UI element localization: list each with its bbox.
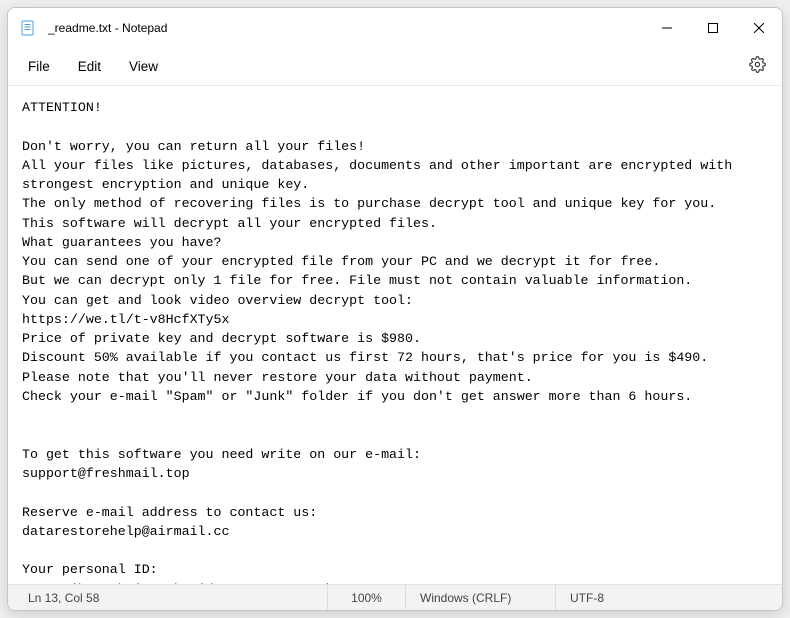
menu-file[interactable]: File [14, 53, 64, 80]
status-eol: Windows (CRLF) [406, 585, 556, 610]
minimize-button[interactable] [644, 8, 690, 48]
settings-button[interactable] [740, 50, 774, 84]
menu-edit[interactable]: Edit [64, 53, 115, 80]
status-position: Ln 13, Col 58 [8, 585, 328, 610]
status-encoding: UTF-8 [556, 585, 666, 610]
titlebar: _readme.txt - Notepad [8, 8, 782, 48]
notepad-window: _readme.txt - Notepad File Edit View [7, 7, 783, 611]
maximize-button[interactable] [690, 8, 736, 48]
status-zoom: 100% [328, 585, 406, 610]
gear-icon [749, 56, 766, 78]
menu-view[interactable]: View [115, 53, 172, 80]
window-title: _readme.txt - Notepad [48, 21, 644, 35]
notepad-icon [20, 20, 36, 36]
window-controls [644, 8, 782, 48]
text-area[interactable]: ATTENTION! Don't worry, you can return a… [8, 86, 782, 584]
close-button[interactable] [736, 8, 782, 48]
statusbar: Ln 13, Col 58 100% Windows (CRLF) UTF-8 [8, 584, 782, 610]
menubar: File Edit View [8, 48, 782, 86]
